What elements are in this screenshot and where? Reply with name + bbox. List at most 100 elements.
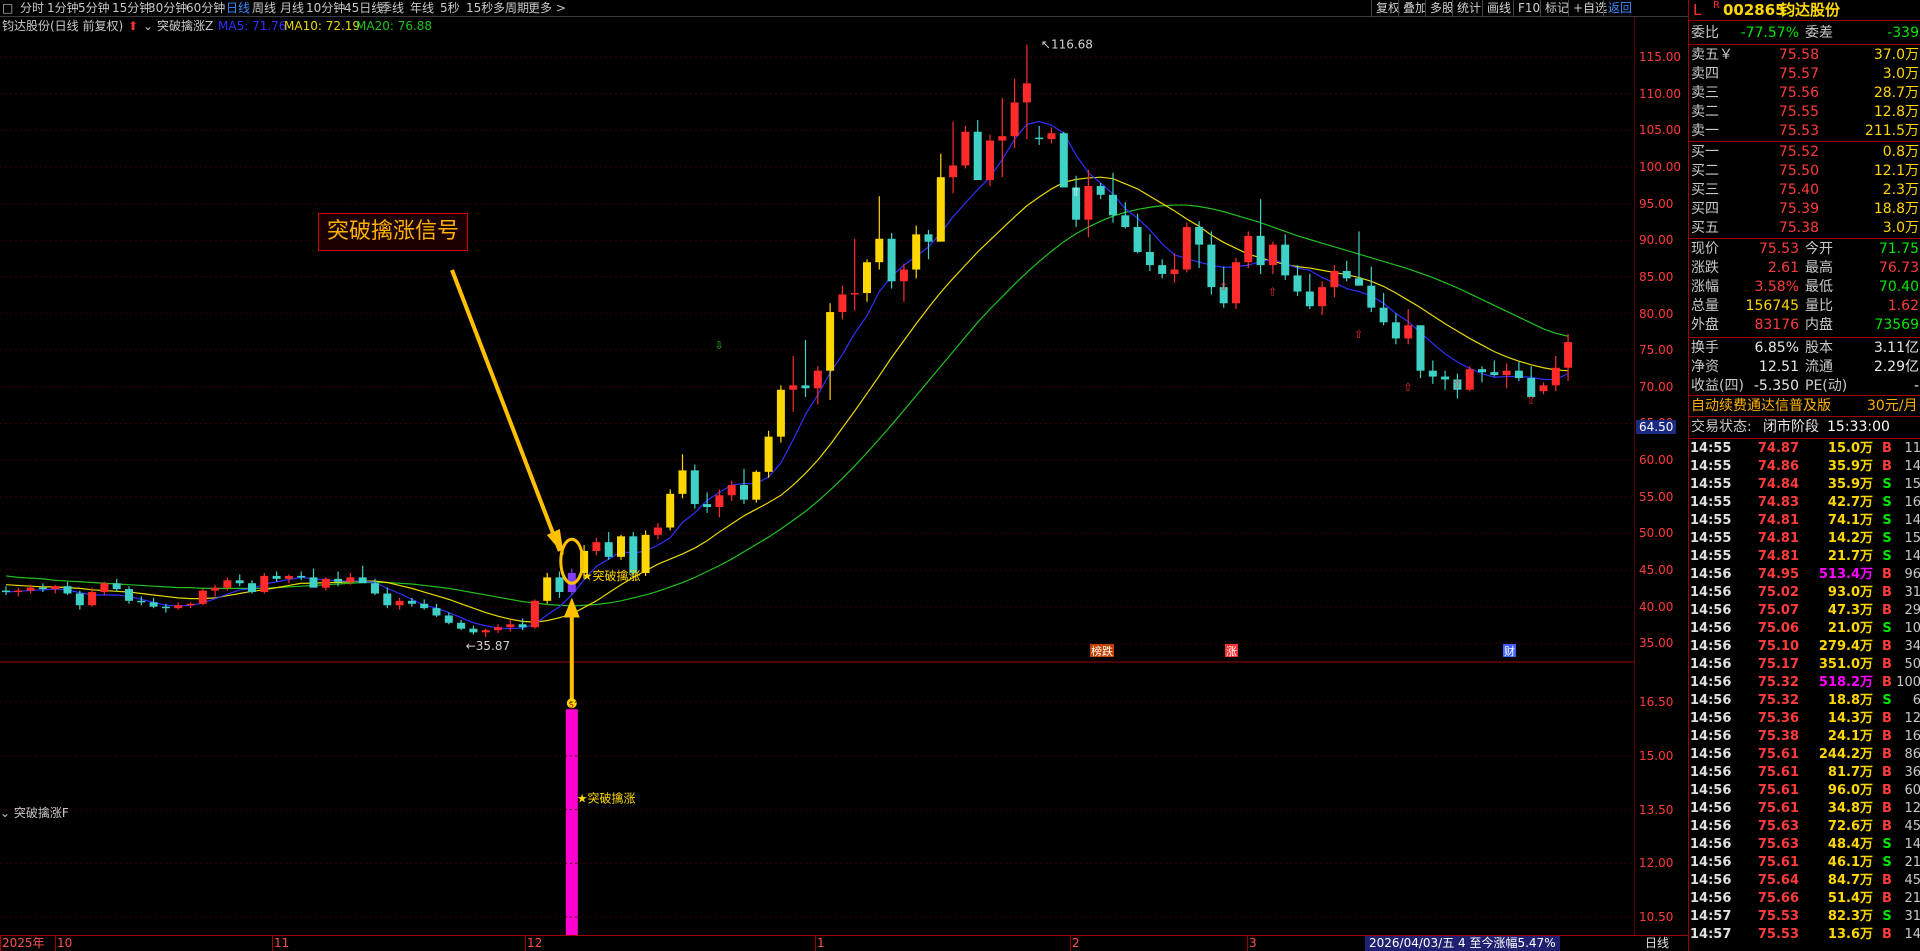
candle[interactable] <box>752 470 761 503</box>
tick-row[interactable]: 14:56 75.63 72.6万 B 45 <box>1689 818 1920 836</box>
candle[interactable] <box>112 578 121 593</box>
candle[interactable] <box>1342 260 1351 282</box>
period-tab[interactable]: 5分钟 <box>78 1 110 16</box>
candle[interactable] <box>1404 309 1413 345</box>
candle[interactable] <box>826 303 835 401</box>
candle[interactable] <box>838 285 847 320</box>
candle[interactable] <box>727 480 736 502</box>
candle[interactable] <box>899 263 908 302</box>
kline-chart[interactable]: ↖116.68 ←35.87 ★突破擒涨 ⇧ ⇧ ⇧ ⇧ ⇧ ⇧ ⇧ ⇩ 榜跌涨财 S ★突破擒涨 钧达股… <box>0 17 1635 935</box>
tick-row[interactable]: 14:56 75.61 46.1万 S 21 <box>1689 854 1920 872</box>
candle[interactable] <box>1170 253 1179 283</box>
period-tab[interactable]: 日线 <box>226 1 250 16</box>
period-tab[interactable]: 周线 <box>252 1 276 16</box>
tick-row[interactable]: 14:56 75.32 518.2万 B 100 <box>1689 674 1920 692</box>
candle[interactable] <box>912 225 921 279</box>
tick-row[interactable]: 14:56 74.95 513.4万 B 96 <box>1689 566 1920 584</box>
candle[interactable] <box>494 624 502 634</box>
candle[interactable] <box>137 596 146 606</box>
tick-row[interactable]: 14:56 75.64 84.7万 B 45 <box>1689 872 1920 890</box>
candle[interactable] <box>530 599 539 629</box>
candle[interactable] <box>1182 222 1191 273</box>
tick-row[interactable]: 14:55 74.81 21.7万 S 14 <box>1689 548 1920 566</box>
candle[interactable] <box>776 385 785 443</box>
candle[interactable] <box>740 468 748 505</box>
tick-row[interactable]: 14:55 74.87 15.0万 B 11 <box>1689 440 1920 458</box>
candle[interactable] <box>38 583 47 593</box>
tick-row[interactable]: 14:55 74.84 35.9万 S 15 <box>1689 476 1920 494</box>
candle[interactable] <box>260 572 269 594</box>
candle[interactable] <box>469 625 478 635</box>
period-tab[interactable]: 月线 <box>280 1 304 16</box>
candle[interactable] <box>1256 199 1265 274</box>
candle[interactable] <box>1207 231 1216 295</box>
candle[interactable] <box>211 584 220 597</box>
candle[interactable] <box>1059 131 1068 188</box>
tick-row[interactable]: 14:55 74.81 14.2万 S 15 <box>1689 530 1920 548</box>
candle[interactable] <box>1232 257 1240 310</box>
candle[interactable] <box>887 232 896 289</box>
tick-row[interactable]: 14:56 75.32 18.8万 S6 <box>1689 692 1920 710</box>
candle[interactable] <box>1268 241 1277 274</box>
tick-row[interactable]: 14:56 75.38 24.1万 B 16 <box>1689 728 1920 746</box>
candle[interactable] <box>149 597 158 609</box>
candle[interactable] <box>506 619 515 632</box>
period-tab[interactable]: 10分钟 <box>306 1 345 16</box>
candle[interactable] <box>1367 266 1376 313</box>
toolbar-action-button[interactable]: 统计 <box>1452 0 1485 17</box>
period-tab[interactable]: 15秒 <box>466 1 493 16</box>
tick-row[interactable]: 14:56 75.66 51.4万 B 21 <box>1689 890 1920 908</box>
candle[interactable] <box>358 565 367 584</box>
candle[interactable] <box>1318 281 1327 315</box>
candle[interactable] <box>407 597 416 607</box>
candle[interactable] <box>1465 366 1474 392</box>
candle[interactable] <box>986 134 994 186</box>
candle[interactable] <box>383 587 392 609</box>
candle[interactable] <box>2 586 10 595</box>
candle[interactable] <box>998 98 1007 178</box>
candle[interactable] <box>592 537 601 556</box>
promo-banner[interactable]: 自动续费通达信普及版 30元/月 <box>1689 397 1920 415</box>
candle[interactable] <box>1281 234 1290 280</box>
candle[interactable] <box>678 454 687 499</box>
candle[interactable] <box>875 196 884 270</box>
candle[interactable] <box>641 530 650 576</box>
candle[interactable] <box>653 523 662 540</box>
candle[interactable] <box>1428 360 1437 384</box>
tick-row[interactable]: 14:56 75.63 48.4万 S 14 <box>1689 836 1920 854</box>
tick-row[interactable]: 14:56 75.36 14.3万 B 12 <box>1689 710 1920 728</box>
period-tab[interactable]: 更多 > <box>528 1 566 16</box>
candle[interactable] <box>297 571 306 581</box>
chevron-down-icon[interactable]: ⌄ <box>143 19 153 34</box>
candle[interactable] <box>186 602 195 609</box>
tick-row[interactable]: 14:56 75.07 47.3万 B 29 <box>1689 602 1920 620</box>
candle[interactable] <box>690 464 699 509</box>
candle[interactable] <box>1072 175 1081 228</box>
candle[interactable] <box>1539 382 1548 395</box>
period-tab[interactable]: 60分钟 <box>186 1 225 16</box>
tick-row[interactable]: 14:56 75.17 351.0万 B 50 <box>1689 656 1920 674</box>
candle[interactable] <box>1305 273 1314 310</box>
period-tab[interactable]: 5秒 <box>440 1 460 16</box>
candle[interactable] <box>457 619 466 631</box>
candle[interactable] <box>284 574 293 584</box>
candle[interactable] <box>174 602 183 610</box>
candle[interactable] <box>850 238 859 311</box>
tick-row[interactable]: 14:56 75.06 21.0万 S 10 <box>1689 620 1920 638</box>
tick-row[interactable]: 14:56 75.61 244.2万 B 86 <box>1689 746 1920 764</box>
candle[interactable] <box>14 587 23 597</box>
chevron-down-icon[interactable]: ⌄ <box>0 806 14 820</box>
candle[interactable] <box>1564 334 1573 381</box>
candle[interactable] <box>666 489 675 531</box>
event-marker[interactable]: 榜跌 <box>1090 644 1114 658</box>
tick-row[interactable]: 14:56 75.02 93.0万 B 31 <box>1689 584 1920 602</box>
candle[interactable] <box>924 229 933 260</box>
candle[interactable] <box>604 531 613 560</box>
period-tab[interactable]: 1分钟 <box>47 1 79 16</box>
candle[interactable] <box>1379 292 1388 326</box>
candle[interactable] <box>801 339 810 398</box>
candle[interactable] <box>1022 44 1031 140</box>
tick-row[interactable]: 14:56 75.61 81.7万 B 36 <box>1689 764 1920 782</box>
sub-indicator-label[interactable]: ⌄ 突破擒涨F <box>0 806 69 821</box>
candle[interactable] <box>1391 313 1400 345</box>
